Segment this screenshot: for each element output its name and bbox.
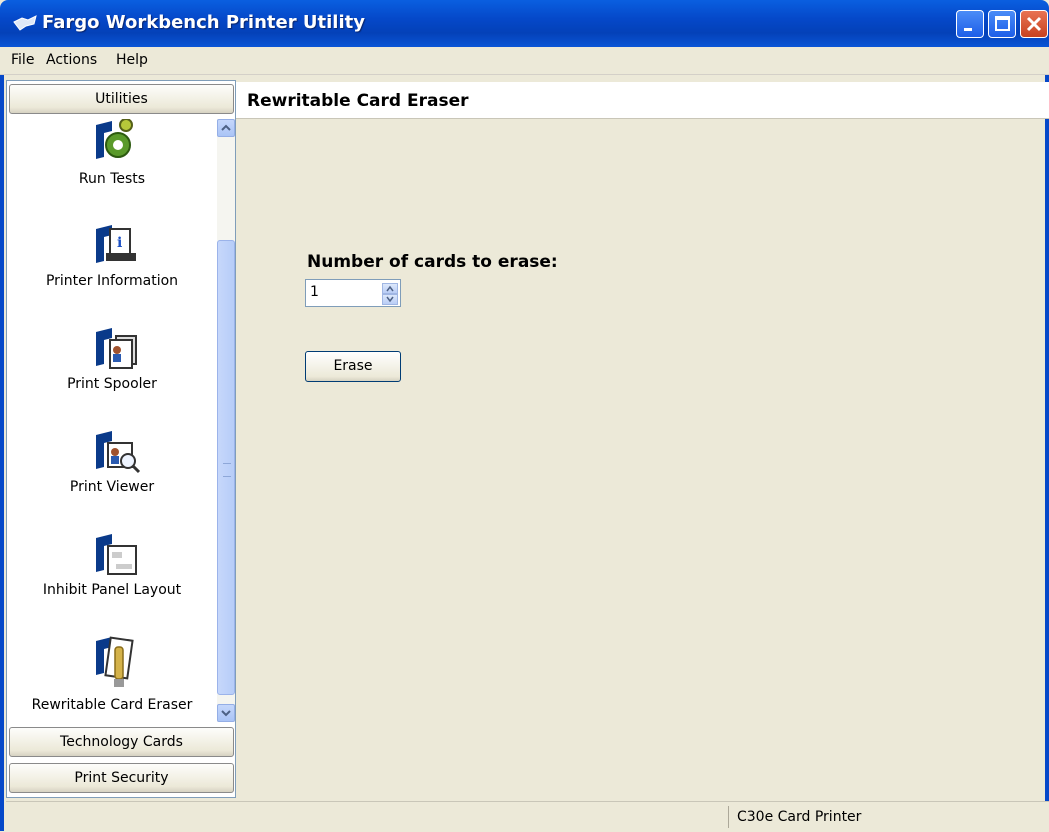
maximize-icon [995,16,1010,31]
sidebar-scrollbar[interactable] [217,119,235,722]
window-frame-left [0,47,4,831]
tool-label: Run Tests [78,171,146,187]
category-utilities[interactable]: Utilities [9,84,234,114]
tool-label: Print Spooler [67,376,157,392]
print-spooler-icon [96,328,137,369]
minimize-button[interactable] [956,10,984,38]
tool-label: Print Viewer [69,479,155,495]
svg-text:i: i [117,235,122,251]
title-bar: Fargo Workbench Printer Utility [0,0,1049,47]
stepper-up-button[interactable] [382,283,398,294]
print-viewer-icon [96,431,141,474]
status-separator [728,806,729,828]
menu-help[interactable]: Help [116,52,148,68]
chevron-down-icon [386,296,394,303]
tool-inhibit-panel-layout[interactable]: Inhibit Panel Layout [7,530,217,598]
status-bar: C30e Card Printer [6,801,1049,832]
menu-bar: File Actions Help [0,47,1049,75]
window-frame-right [1045,47,1049,831]
tool-label: Inhibit Panel Layout [42,582,182,598]
scroll-up-button[interactable] [217,119,235,137]
close-icon [1026,16,1042,32]
close-button[interactable] [1020,10,1048,38]
tool-print-spooler[interactable]: Print Spooler [7,324,217,392]
scroll-grip [223,463,231,477]
gear-icon [96,119,133,159]
window-title: Fargo Workbench Printer Utility [42,12,365,33]
inhibit-panel-icon [96,534,137,575]
tool-print-viewer[interactable]: Print Viewer [7,427,217,495]
category-technology-cards[interactable]: Technology Cards [9,727,234,757]
category-print-security[interactable]: Print Security [9,763,234,793]
scroll-thumb[interactable] [217,240,235,695]
menu-actions[interactable]: Actions [46,52,97,68]
page-title: Rewritable Card Eraser [247,91,469,111]
cards-to-erase-value[interactable]: 1 [310,284,319,300]
cards-to-erase-label: Number of cards to erase: [307,252,558,272]
sidebar: Utilities Run Tests i Printer Informatio… [6,80,236,798]
tool-printer-information[interactable]: i Printer Information [7,221,217,289]
minimize-icon [964,28,972,31]
chevron-up-icon [221,124,231,131]
chevron-up-icon [386,285,394,292]
menu-file[interactable]: File [11,52,34,68]
status-printer: C30e Card Printer [737,809,862,825]
stepper-down-button[interactable] [382,294,398,305]
chevron-down-icon [221,710,231,717]
scroll-down-button[interactable] [217,704,235,722]
tool-label: Printer Information [45,273,179,289]
card-eraser-icon [96,636,134,687]
tool-run-tests[interactable]: Run Tests [7,119,217,187]
tool-rewritable-card-eraser[interactable]: Rewritable Card Eraser [7,633,217,713]
maximize-button[interactable] [988,10,1016,38]
erase-button[interactable]: Erase [305,351,401,382]
app-icon [13,15,37,31]
printer-info-icon: i [96,225,136,263]
cards-to-erase-stepper[interactable]: 1 [305,279,401,307]
tool-label: Rewritable Card Eraser [31,697,193,713]
page-header: Rewritable Card Eraser [236,82,1049,119]
